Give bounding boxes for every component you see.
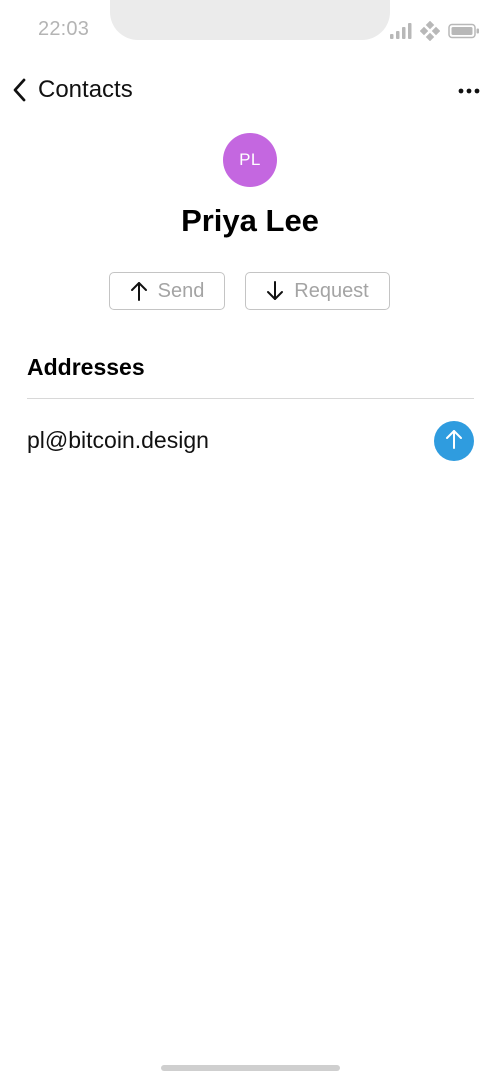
home-indicator [161,1065,340,1071]
arrow-up-icon [444,427,464,456]
device-notch [110,0,390,40]
more-options-button[interactable] [456,78,482,102]
status-time: 22:03 [38,18,90,40]
address-text: pl@bitcoin.design [27,427,209,453]
avatar-initials: PL [239,150,261,169]
contact-name: Priya Lee [181,203,319,238]
avatar: PL [223,133,277,187]
back-label: Contacts [38,76,133,103]
address-send-button[interactable] [434,421,474,461]
back-button[interactable]: Contacts [10,74,133,106]
address-row[interactable]: pl@bitcoin.design [27,419,474,461]
chevron-left-icon [10,77,30,103]
battery-icon [448,23,480,39]
more-dots-icon [458,81,480,99]
action-buttons: Send Request [109,272,390,310]
status-bar: 22:03 [0,0,500,60]
request-label: Request [294,279,369,302]
cellular-signal-icon [390,23,412,39]
nav-bar: Contacts [0,66,500,114]
arrow-up-icon [130,280,158,302]
addresses-header: Addresses [27,354,145,380]
divider [27,398,474,399]
network-icon [420,21,440,41]
arrow-down-icon [266,280,294,302]
send-button[interactable]: Send [109,272,225,310]
status-icons [390,20,480,42]
request-button[interactable]: Request [245,272,390,310]
send-label: Send [157,279,205,302]
